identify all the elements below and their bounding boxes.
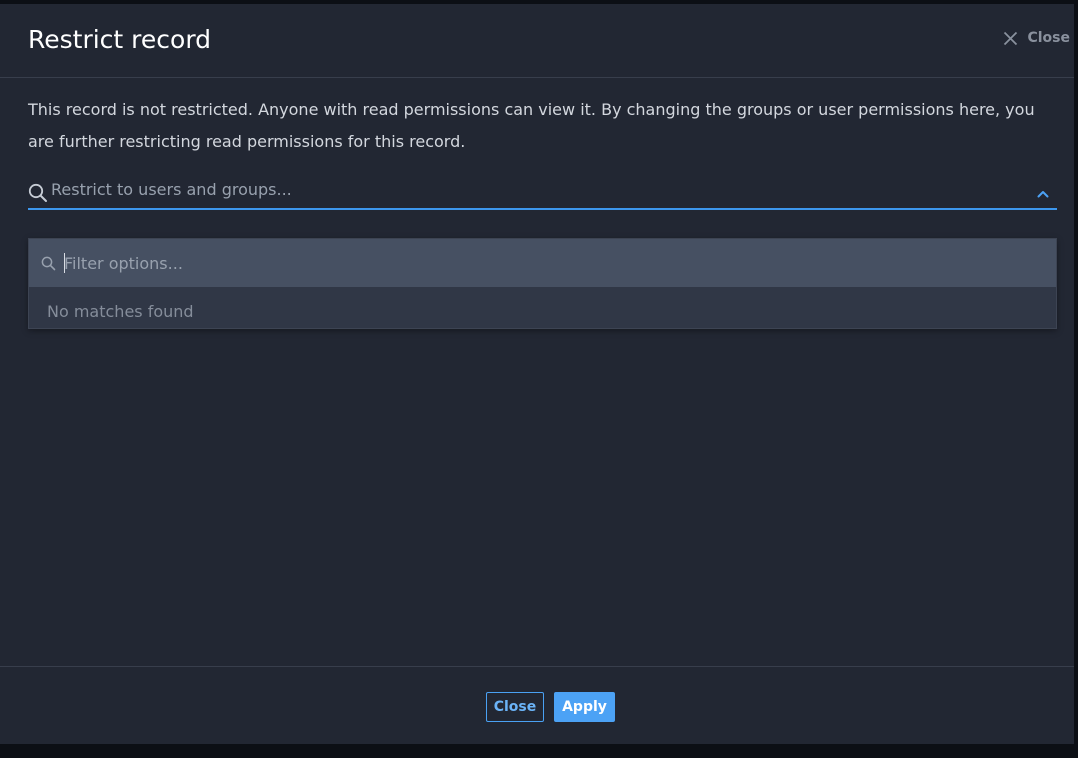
dialog-header: Restrict record Close [0, 4, 1074, 78]
options-dropdown: No matches found [28, 238, 1057, 329]
text-cursor [64, 253, 65, 273]
restriction-description: This record is not restricted. Anyone wi… [28, 100, 1035, 151]
restrict-users-groups-select[interactable]: Restrict to users and groups... [28, 174, 1057, 210]
header-close-label: Close [1027, 30, 1070, 46]
search-icon [41, 256, 56, 275]
chevron-up-icon[interactable] [1037, 183, 1049, 202]
header-close-button[interactable]: Close [1003, 30, 1070, 46]
restrict-select-placeholder: Restrict to users and groups... [51, 180, 292, 199]
search-icon [28, 183, 48, 207]
apply-button[interactable]: Apply [554, 692, 615, 722]
close-button[interactable]: Close [486, 692, 544, 722]
filter-options-input[interactable] [64, 250, 1024, 276]
filter-row [29, 239, 1056, 287]
dialog-title: Restrict record [28, 25, 212, 54]
close-icon [1003, 31, 1018, 46]
dialog-footer: Close Apply [0, 666, 1074, 744]
no-matches-message: No matches found [47, 302, 194, 321]
restrict-record-dialog: Restrict record Close This record is not… [0, 4, 1076, 744]
